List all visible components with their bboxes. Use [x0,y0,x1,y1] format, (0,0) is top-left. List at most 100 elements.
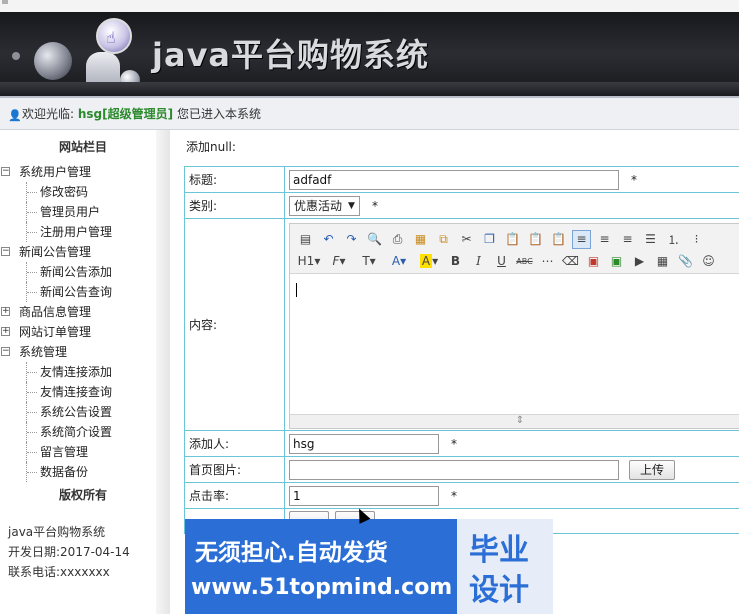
title-cell: * [285,167,739,192]
paste-text-icon[interactable]: 📋 [526,230,545,249]
font-size-dropdown[interactable]: T ▾ [356,252,382,271]
author-cell: * [285,431,739,456]
print-icon[interactable]: ⎙ [388,230,407,249]
tree-group-label: 系统管理 [19,345,68,359]
tree-item-backup[interactable]: 数据备份 [0,462,156,482]
strip-marker [2,0,8,4]
collapse-icon[interactable]: − [1,347,10,356]
tree-group-products[interactable]: + 商品信息管理 [0,302,156,322]
cut-icon[interactable]: ✂ [457,230,476,249]
tree-item-registered-users[interactable]: 注册用户管理 [0,222,156,242]
tree-item-link-query[interactable]: 友情连接查询 [0,382,156,402]
copyright-heading: 版权所有 [58,488,107,502]
bold-button[interactable]: B [446,252,465,271]
watermark-line1: 无须担心.自动发货 [195,540,388,566]
required-mark: * [451,488,457,503]
required-mark: * [451,436,457,451]
content-cell: ▤ ↶ ↷ 🔍 ⎙ ▦ ⧉ ✂ ❐ 📋 📋 📋 ≡ ≡ ≡ ☰ ⒈ ⁝ H1 ▾… [285,219,739,430]
watermark-badge: 毕业 设计 [457,519,553,614]
tree-group-label: 新闻公告管理 [19,245,92,259]
tree-item-label: 管理员用户 [40,205,101,219]
tree-item-messages[interactable]: 留言管理 [0,442,156,462]
undo-icon[interactable]: ↶ [319,230,338,249]
decor-orb [12,52,20,60]
row-category: 类别: 优惠活动 ▼ * [185,193,739,219]
row-clicks: 点击率: * [185,483,739,509]
collapse-icon[interactable]: − [1,167,10,176]
tree-item-news-query[interactable]: 新闻公告查询 [0,282,156,302]
font-family-dropdown[interactable]: F ▾ [326,252,352,271]
tree-group-news[interactable]: − 新闻公告管理 [0,242,156,262]
decor-orb [34,42,72,80]
expand-icon[interactable]: + [1,307,10,316]
code-icon[interactable]: ⧉ [434,230,453,249]
editor-toolbar-row1: ▤ ↶ ↷ 🔍 ⎙ ▦ ⧉ ✂ ❐ 📋 📋 📋 ≡ ≡ ≡ ☰ ⒈ ⁝ [296,228,706,250]
tree-item-label: 系统公告设置 [40,405,113,419]
paste-icon[interactable]: 📋 [503,230,522,249]
tree-item-label: 注册用户管理 [40,225,113,239]
tree-group-label: 商品信息管理 [19,305,92,319]
app-window: ☝ java平台购物系统 👤欢迎光临: hsg[超级管理员] 您已进入本系统 网… [0,0,739,614]
tree-item-link-add[interactable]: 友情连接添加 [0,362,156,382]
paste-word-icon[interactable]: 📋 [549,230,568,249]
tree-item-change-password[interactable]: 修改密码 [0,182,156,202]
sidebar-splitter[interactable] [156,130,170,614]
tree-group-system-users[interactable]: − 系统用户管理 [0,162,156,182]
tree-connector [26,442,37,462]
underline-button[interactable]: U [492,252,511,271]
attachment-icon[interactable]: 📎 [676,252,695,271]
title-input[interactable] [289,169,619,190]
editor-content-area[interactable] [290,275,739,415]
tree-item-label: 友情连接添加 [40,365,113,379]
tree-connector [26,402,37,422]
required-mark: * [631,172,637,187]
browser-strip [0,0,739,12]
flash-icon[interactable]: ▣ [607,252,626,271]
rich-text-editor: ▤ ↶ ↷ 🔍 ⎙ ▦ ⧉ ✂ ❐ 📋 📋 📋 ≡ ≡ ≡ ☰ ⒈ ⁝ H1 ▾… [289,223,739,429]
tree-item-label: 系统简介设置 [40,425,113,439]
select-all-icon[interactable]: ⋯ [538,252,557,271]
expand-icon[interactable]: + [1,327,10,336]
forecolor-dropdown[interactable]: A ▾ [386,252,412,271]
author-input[interactable] [289,433,439,454]
italic-button[interactable]: I [469,252,488,271]
collapse-icon[interactable]: − [1,247,10,256]
ordered-list-icon[interactable]: ⒈ [664,230,683,249]
unordered-list-icon[interactable]: ⁝ [687,230,706,249]
source-icon[interactable]: ▤ [296,230,315,249]
media-icon[interactable]: ▶ [630,252,649,271]
emoticon-icon[interactable]: ☺ [699,252,718,271]
tree-item-news-add[interactable]: 新闻公告添加 [0,262,156,282]
justify-icon[interactable]: ☰ [641,230,660,249]
welcome-bar: 👤欢迎光临: hsg[超级管理员] 您已进入本系统 [0,96,739,130]
sidebar-title: 网站栏目 [58,140,107,154]
upload-button[interactable]: 上传 [629,459,676,480]
resize-grip-icon[interactable]: ⇕ [290,414,739,428]
hilitecolor-dropdown[interactable]: A ▾ [416,252,442,271]
tree-item-admin-users[interactable]: 管理员用户 [0,202,156,222]
tree-item-notice-settings[interactable]: 系统公告设置 [0,402,156,422]
eraser-icon[interactable]: ⌫ [561,252,580,271]
align-right-icon[interactable]: ≡ [618,230,637,249]
editor-toolbar: ▤ ↶ ↷ 🔍 ⎙ ▦ ⧉ ✂ ❐ 📋 📋 📋 ≡ ≡ ≡ ☰ ⒈ ⁝ H1 ▾… [290,224,739,274]
tree-group-label: 系统用户管理 [19,165,92,179]
align-center-icon[interactable]: ≡ [595,230,614,249]
image-icon[interactable]: ▣ [584,252,603,271]
table-icon[interactable]: ▦ [653,252,672,271]
image-path-input[interactable] [289,459,619,480]
tree-group-orders[interactable]: + 网站订单管理 [0,322,156,342]
clicks-input[interactable] [289,485,439,506]
tree-connector [26,202,37,222]
redo-icon[interactable]: ↷ [342,230,361,249]
template-icon[interactable]: ▦ [411,230,430,249]
tree-item-intro-settings[interactable]: 系统简介设置 [0,422,156,442]
row-image: 首页图片: 上传 [185,457,739,483]
preview-icon[interactable]: 🔍 [365,230,384,249]
heading-dropdown[interactable]: H1 ▾ [296,252,322,271]
align-left-icon[interactable]: ≡ [572,229,591,249]
image-label: 首页图片: [185,457,285,482]
copy-icon[interactable]: ❐ [480,230,499,249]
strikethrough-button[interactable]: ABC [515,252,534,271]
tree-group-system[interactable]: − 系统管理 [0,342,156,362]
category-select[interactable]: 优惠活动 ▼ [289,195,360,216]
